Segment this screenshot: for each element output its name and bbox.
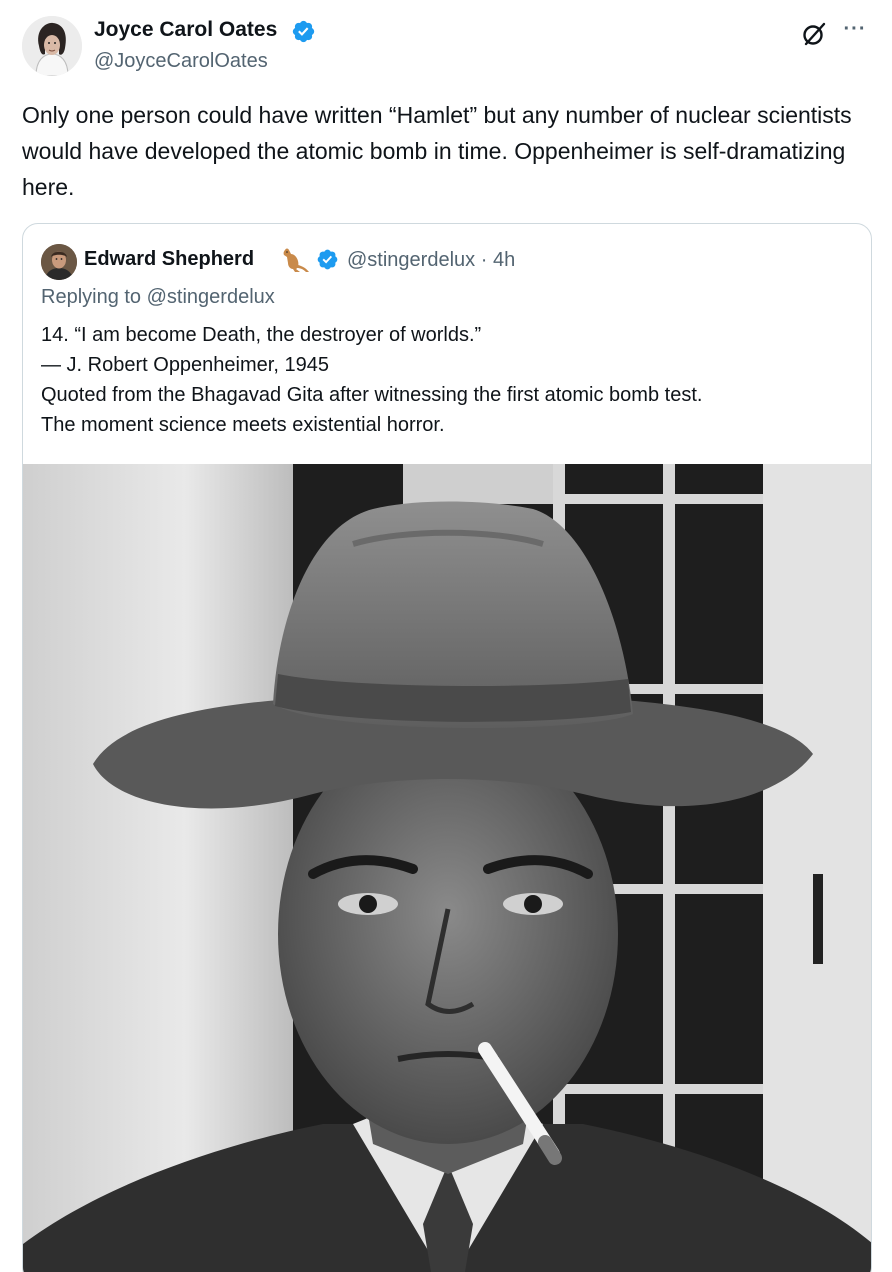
quoted-line: The moment science meets existential hor… [41,414,445,436]
quoted-line: — J. Robert Oppenheimer, 1945 [41,354,329,376]
meta-separator: · [480,249,488,271]
tweet: Joyce Carol Oates @JoyceCarolOates ··· O… [0,0,892,1272]
tweet-text: Only one person could have written “Haml… [22,102,852,200]
author-avatar[interactable] [22,16,82,76]
avatar-portrait-icon [22,16,82,76]
quoted-line: Quoted from the Bhagavad Gita after witn… [41,384,703,406]
more-options-icon[interactable]: ··· [838,16,872,46]
quoted-author-meta: @stingerdelux · 4h [347,249,515,272]
verified-badge-icon [317,249,338,270]
quoted-author-name[interactable]: Edward Shepherd [84,248,254,271]
quoted-tweet-text: 14. “I am become Death, the destroyer of… [41,320,861,440]
quoted-tweet-time[interactable]: 4h [493,249,515,271]
verified-badge-icon [292,20,315,43]
replying-to-label[interactable]: Replying to @stingerdelux [41,286,275,309]
quoted-author-avatar[interactable] [41,244,77,280]
quoted-tweet-photo[interactable] [23,464,872,1272]
quoted-author-handle[interactable]: @stingerdelux [347,249,475,271]
quoted-tweet-card[interactable]: Edward Shepherd @stingerdelux · 4h Reply… [22,223,872,1272]
grok-icon[interactable] [800,20,828,48]
kangaroo-emoji-icon [283,248,309,272]
author-name[interactable]: Joyce Carol Oates [94,18,277,42]
avatar-portrait-icon [41,244,77,280]
author-handle[interactable]: @JoyceCarolOates [94,50,268,73]
quoted-line: 14. “I am become Death, the destroyer of… [41,324,482,346]
